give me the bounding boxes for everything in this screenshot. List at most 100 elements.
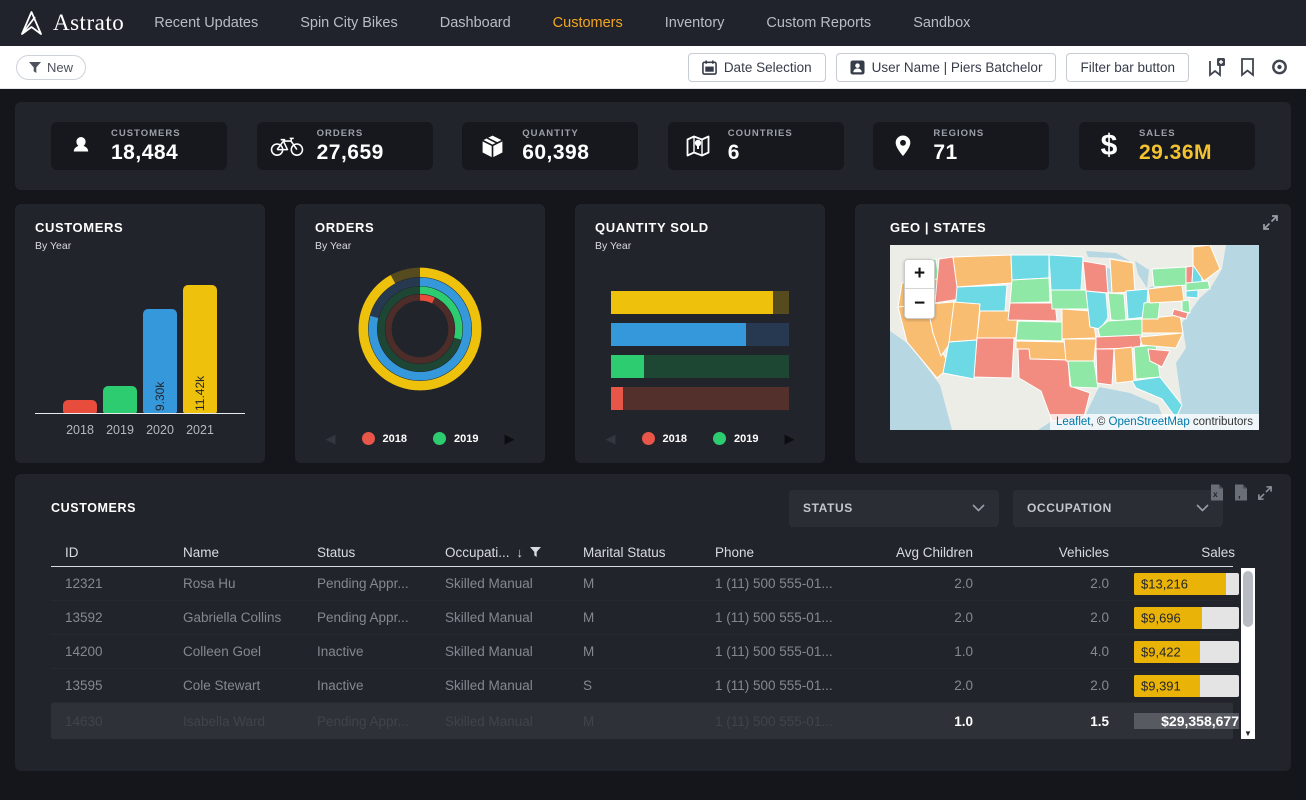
brand-logo[interactable]: Astrato	[18, 8, 124, 38]
us-states-map	[890, 245, 1259, 430]
nav-item-dashboard[interactable]: Dashboard	[440, 15, 511, 31]
user-button[interactable]: User Name | Piers Batchelor	[836, 53, 1057, 82]
leaflet-link[interactable]: Leaflet	[1056, 416, 1091, 428]
chart-title: GEO | STATES	[890, 220, 1259, 235]
col-header-marital-status[interactable]: Marital Status	[569, 545, 701, 560]
nav-item-recent-updates[interactable]: Recent Updates	[154, 15, 258, 31]
zoom-in-button[interactable]: +	[905, 260, 934, 289]
quantity-bar[interactable]	[611, 355, 789, 378]
customers-bar[interactable]: 11.42k	[183, 285, 217, 413]
cell-vehicles: 2.0	[977, 610, 1113, 625]
column-funnel-icon[interactable]	[530, 547, 541, 557]
chart-title: QUANTITY SOLD	[595, 220, 805, 235]
table-panel-icons: x ,	[1209, 484, 1273, 501]
sales-value: $9,696	[1141, 610, 1181, 625]
cell-phone: 1 (11) 500 555-01...	[701, 644, 859, 659]
top-nav: Astrato Recent Updates Spin City Bikes D…	[0, 0, 1306, 46]
col-header-vehicles[interactable]: Vehicles	[977, 545, 1113, 560]
legend-item-2019[interactable]: 2019	[433, 432, 478, 445]
package-icon	[474, 134, 510, 159]
customers-bar[interactable]	[63, 400, 97, 413]
osm-link[interactable]: OpenStreetMap	[1109, 416, 1190, 428]
bookmark-add-icon[interactable]	[1207, 57, 1226, 77]
location-pin-icon	[885, 133, 921, 159]
cell-id: 13592	[51, 610, 169, 625]
map-zoom-control: + −	[904, 259, 935, 319]
zoom-out-button[interactable]: −	[905, 289, 934, 318]
col-header-status[interactable]: Status	[303, 545, 431, 560]
user-badge-icon	[850, 60, 865, 75]
cell-status: Inactive	[303, 644, 431, 659]
legend-item-2018[interactable]: 2018	[642, 432, 687, 445]
nav-item-inventory[interactable]: Inventory	[665, 15, 725, 31]
customers-table: ID Name Status Occupati... ↓ Marital Sta…	[51, 538, 1255, 739]
cell-avg-children: 2.0	[859, 576, 977, 591]
col-header-avg-children[interactable]: Avg Children	[859, 545, 977, 560]
quantity-bar[interactable]	[611, 323, 789, 346]
legend-label: 2019	[454, 433, 478, 445]
expand-icon[interactable]	[1262, 214, 1279, 231]
scrollbar-down-arrow[interactable]: ▼	[1241, 729, 1255, 738]
geo-map[interactable]: + − Leaflet, © OpenStreetMap contributor…	[890, 245, 1259, 430]
quantity-bar[interactable]	[611, 291, 789, 314]
cell-status: Pending Appr...	[303, 610, 431, 625]
occupation-filter-dropdown[interactable]: OCCUPATION	[1013, 490, 1223, 527]
table-row[interactable]: 13592 Gabriella Collins Pending Appr... …	[51, 601, 1233, 635]
col-header-sales[interactable]: Sales	[1113, 545, 1239, 560]
export-excel-icon[interactable]: x	[1209, 484, 1224, 501]
legend-dot	[642, 432, 655, 445]
astrato-logo-icon	[18, 8, 45, 38]
nav-item-customers[interactable]: Customers	[553, 15, 623, 31]
nav-item-custom-reports[interactable]: Custom Reports	[766, 15, 871, 31]
table-row[interactable]: 13595 Cole Stewart Inactive Skilled Manu…	[51, 669, 1233, 703]
table-row[interactable]: 14200 Colleen Goel Inactive Skilled Manu…	[51, 635, 1233, 669]
quantity-bar[interactable]	[611, 387, 789, 410]
col-header-name[interactable]: Name	[169, 545, 303, 560]
date-selection-button[interactable]: Date Selection	[688, 53, 826, 82]
legend-prev-arrow[interactable]: ◀	[326, 432, 336, 445]
orders-donut[interactable]	[315, 266, 525, 392]
table-title: CUSTOMERS	[51, 501, 136, 515]
brand-name: Astrato	[53, 10, 124, 36]
filter-bar-button[interactable]: Filter bar button	[1066, 53, 1189, 82]
cell-name: Colleen Goel	[169, 644, 303, 659]
customers-chart-card: CUSTOMERS By Year 9.30k 11.42k 2018 2019…	[15, 204, 265, 463]
expand-icon[interactable]	[1257, 485, 1273, 501]
table-scrollbar[interactable]: ▼	[1241, 568, 1255, 739]
table-row[interactable]: 12321 Rosa Hu Pending Appr... Skilled Ma…	[51, 567, 1233, 601]
dollar-icon: $	[1091, 129, 1127, 163]
sales-bar: $9,696	[1134, 607, 1239, 629]
nav-item-spin-city-bikes[interactable]: Spin City Bikes	[300, 15, 398, 31]
eye-icon[interactable]	[1269, 59, 1290, 75]
scrollbar-thumb[interactable]	[1243, 571, 1253, 627]
map-attribution: Leaflet, © OpenStreetMap contributors	[1050, 414, 1259, 430]
sales-bar: $9,422	[1134, 641, 1239, 663]
col-header-phone[interactable]: Phone	[701, 545, 859, 560]
legend-item-2019[interactable]: 2019	[713, 432, 758, 445]
chart-title: CUSTOMERS	[35, 220, 245, 235]
chart-subtitle: By Year	[315, 240, 525, 252]
export-csv-icon[interactable]: ,	[1233, 484, 1248, 501]
customers-bar[interactable]	[103, 386, 137, 413]
cell-avg-children: 2.0	[859, 610, 977, 625]
status-filter-dropdown[interactable]: STATUS	[789, 490, 999, 527]
cell-occupation: Skilled Manual	[431, 678, 569, 693]
sort-desc-icon[interactable]: ↓	[517, 545, 524, 560]
kpi-customers: CUSTOMERS 18,484	[51, 122, 227, 170]
legend-prev-arrow[interactable]: ◀	[606, 432, 616, 445]
nav-item-sandbox[interactable]: Sandbox	[913, 15, 970, 31]
bookmark-icon[interactable]	[1240, 57, 1255, 77]
legend-item-2018[interactable]: 2018	[362, 432, 407, 445]
col-header-id[interactable]: ID	[51, 545, 169, 560]
col-header-occupation[interactable]: Occupati... ↓	[431, 545, 569, 560]
geo-chart-card: GEO | STATES	[855, 204, 1291, 463]
kpi-label: COUNTRIES	[728, 128, 793, 139]
legend-next-arrow[interactable]: ▶	[784, 432, 794, 445]
kpi-quantity: QUANTITY 60,398	[462, 122, 638, 170]
cell-sales: $13,216	[1113, 573, 1239, 595]
legend-next-arrow[interactable]: ▶	[504, 432, 514, 445]
new-filter-pill[interactable]: New	[16, 55, 86, 80]
kpi-label: ORDERS	[317, 128, 384, 139]
customers-bar[interactable]: 9.30k	[143, 309, 177, 413]
total-sales-value: $29,358,677	[1161, 713, 1239, 729]
